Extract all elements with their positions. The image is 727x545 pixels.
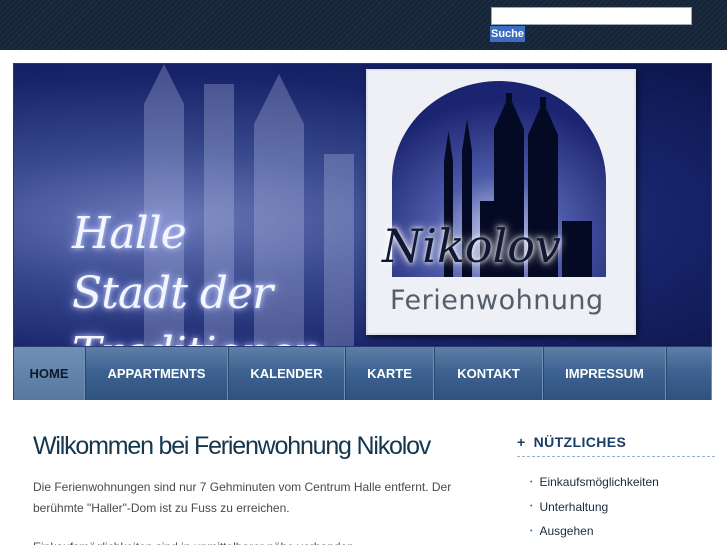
- main-navigation: HOME APPARTMENTS KALENDER KARTE KONTAKT …: [13, 347, 712, 400]
- sidebar-heading-label: NÜTZLICHES: [533, 434, 627, 450]
- tagline-line: Halle: [72, 208, 187, 259]
- logo-card: Nikolov Ferienwohnung: [366, 69, 636, 335]
- sidebar-links: • Einkaufsmöglichkeiten • Unterhaltung • Au…: [530, 470, 659, 544]
- sidebar-divider: [517, 456, 715, 457]
- bullet-icon: •: [530, 478, 533, 486]
- sidebar-link-ausgehen[interactable]: • Ausgehen: [530, 519, 659, 544]
- logo-name: Nikolov: [382, 219, 561, 273]
- bullet-icon: •: [530, 503, 533, 511]
- sidebar-link-einkaufsmoeglichkeiten[interactable]: • Einkaufsmöglichkeiten: [530, 470, 659, 495]
- nav-item-impressum[interactable]: IMPRESSUM: [543, 347, 666, 400]
- tagline-line: Traditionen: [72, 324, 322, 346]
- banner-tagline: Halle Stadt der Traditionen: [72, 204, 322, 346]
- sidebar-heading: + NÜTZLICHES: [517, 434, 626, 450]
- top-bar: Suche: [0, 0, 727, 50]
- plus-icon: +: [517, 434, 526, 450]
- sidebar-link-label: Unterhaltung: [539, 499, 609, 514]
- search-button[interactable]: Suche: [490, 26, 525, 42]
- nav-item-kalender[interactable]: KALENDER: [228, 347, 345, 400]
- nav-item-karte[interactable]: KARTE: [345, 347, 434, 400]
- logo-subtitle: Ferienwohnung: [390, 285, 604, 316]
- sidebar-link-unterhaltung[interactable]: • Unterhaltung: [530, 495, 659, 520]
- bullet-icon: •: [530, 527, 533, 535]
- nav-item-appartments[interactable]: APPARTMENTS: [85, 347, 228, 400]
- intro-next-line: Einkaufsmöglichkeiten sind in unmittelba…: [33, 537, 498, 545]
- tagline-line: Stadt der: [72, 268, 273, 319]
- sidebar-link-label: Ausgehen: [539, 524, 594, 539]
- sidebar-link-label: Einkaufsmöglichkeiten: [539, 475, 659, 490]
- search-input[interactable]: [491, 7, 692, 25]
- nav-item-kontakt[interactable]: KONTAKT: [434, 347, 543, 400]
- page-title: Wilkommen bei Ferienwohnung Nikolov: [33, 432, 431, 460]
- intro-paragraph: Die Ferienwohnungen sind nur 7 Gehminute…: [33, 480, 452, 515]
- nav-item-home[interactable]: HOME: [13, 347, 85, 400]
- nav-item-empty: [666, 347, 712, 400]
